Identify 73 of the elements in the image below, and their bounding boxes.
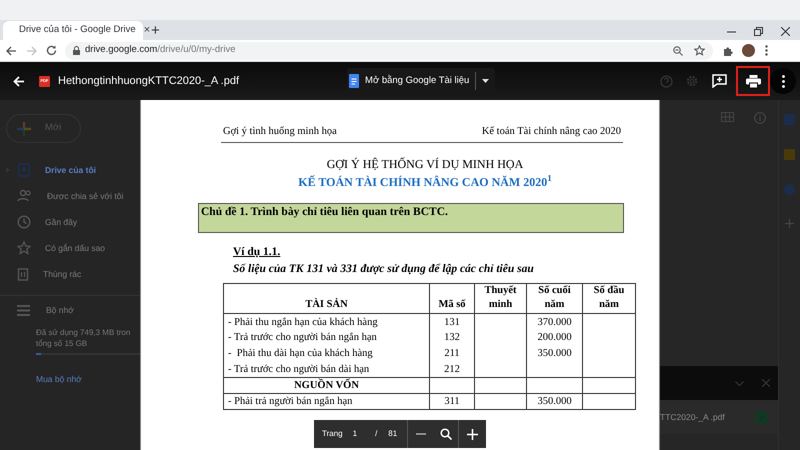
avatar[interactable]	[742, 44, 755, 57]
table-cell: NGUỒN VỐN	[294, 380, 359, 392]
lock-icon	[73, 46, 80, 55]
table-cell: - Phải thu ngắn hạn của khách hàng	[228, 316, 378, 328]
column-header: TÀI SẢN	[305, 298, 348, 312]
drive-icon	[17, 163, 31, 177]
column-header: Thuyết minh	[483, 284, 518, 312]
browser-menu-icon[interactable]	[765, 45, 768, 56]
page-total: 81	[388, 428, 398, 440]
table-cell: - Trả trước cho người bán ngắn hạn	[228, 332, 377, 344]
storage-label: Bộ nhớ	[46, 304, 74, 317]
sidebar-item[interactable]: Có gắn dấu sao	[0, 235, 140, 261]
column-header: Số cuối năm	[537, 284, 572, 312]
clock-icon	[17, 215, 31, 229]
more-button[interactable]	[770, 68, 796, 94]
trash-icon	[17, 267, 29, 281]
table-cell: 311	[444, 396, 460, 408]
table-cell: 350.000	[537, 348, 572, 360]
table-cell: 212	[444, 364, 460, 375]
plus-icon	[17, 122, 31, 136]
address-bar[interactable]: drive.google.com/drive/u/0/my-drive	[65, 42, 713, 60]
column-header: Mã số	[437, 298, 467, 312]
table-cell: - Phải trả người bán ngắn hạn	[228, 396, 352, 408]
sidebar-item[interactable]: Drive của tôi	[0, 157, 140, 183]
page-label: Trang	[322, 428, 343, 440]
document-icon	[349, 74, 360, 88]
people-icon	[17, 189, 33, 203]
dropdown-caret-icon[interactable]	[482, 79, 490, 83]
restore-icon[interactable]	[754, 27, 763, 36]
puzzle-icon[interactable]	[723, 46, 733, 56]
example-intro: Số liệu của TK 131 và 331 được sử dụng để lập các chỉ tiêu sau	[233, 262, 535, 277]
tab-close-button[interactable]: ×	[144, 22, 150, 39]
zoom-icon[interactable]	[440, 428, 452, 440]
download-item[interactable]: TTC2020-_A .pdf	[660, 400, 778, 434]
table-cell: 132	[444, 332, 460, 344]
reload-icon[interactable]	[46, 45, 57, 56]
column-header: Số đầu năm	[592, 284, 626, 312]
url-text: drive.google.com/drive/u/0/my-drive	[85, 43, 236, 58]
table-cell: - Phải thu dài hạn của khách hàng	[228, 348, 373, 360]
back-arrow-icon[interactable]	[13, 76, 25, 86]
table-cell: 131	[444, 316, 460, 328]
back-icon[interactable]	[6, 46, 17, 56]
topic-box: Chủ đề 1. Trình bày chỉ tiêu liên quan trên BCTC.	[198, 202, 624, 233]
example-heading: Ví dụ 1.1.	[233, 244, 282, 260]
print-icon	[746, 74, 760, 88]
table-cell: 211	[444, 348, 460, 360]
page-number-field[interactable]: 1	[352, 428, 358, 440]
sidebar-item[interactable]: Được chia sẻ với tôi	[0, 183, 140, 209]
bookmark-star-icon[interactable]	[694, 45, 705, 56]
sidebar-item[interactable]: Gần đây	[0, 209, 140, 235]
close-icon[interactable]	[781, 27, 790, 36]
running-header: Kế toán Tài chính nâng cao 2020	[482, 125, 621, 139]
table-cell: 370.000	[537, 316, 572, 328]
add-comment-icon	[712, 74, 726, 88]
more-icon	[782, 74, 784, 88]
print-button[interactable]	[736, 66, 770, 96]
page-separator: /	[375, 428, 378, 440]
running-header: Gợi ý tình huống minh họa	[223, 125, 337, 139]
tab-title: Drive của tôi - Google Drive	[19, 23, 136, 38]
new-tab-button[interactable]: +	[151, 23, 160, 38]
sidebar-item[interactable]: Thùng rác	[0, 261, 140, 287]
file-name: HethongtinhhuongKTTC2020-_A .pdf	[58, 74, 240, 89]
star-icon	[17, 241, 31, 255]
table-cell: 200.000	[537, 332, 572, 344]
zoom-in-icon[interactable]	[467, 428, 478, 440]
buy-storage-link[interactable]: Mua bộ nhớ	[36, 372, 140, 386]
storage-usage-text: tổng số 15 GB	[36, 338, 88, 349]
table-cell: - Trả trước cho người bán dài hạn	[228, 364, 370, 375]
table-cell: 350.000	[537, 396, 572, 408]
document-title: GỢI Ý HỆ THỐNG VÍ DỤ MINH HỌA	[326, 156, 524, 173]
storage-icon	[17, 304, 30, 316]
storage-usage-text: Đã sử dụng 749,3 MB tron	[36, 326, 132, 338]
document-subtitle: KẾ TOÁN TÀI CHÍNH NÂNG CAO NĂM 2020$^{1}$	[297, 172, 553, 191]
